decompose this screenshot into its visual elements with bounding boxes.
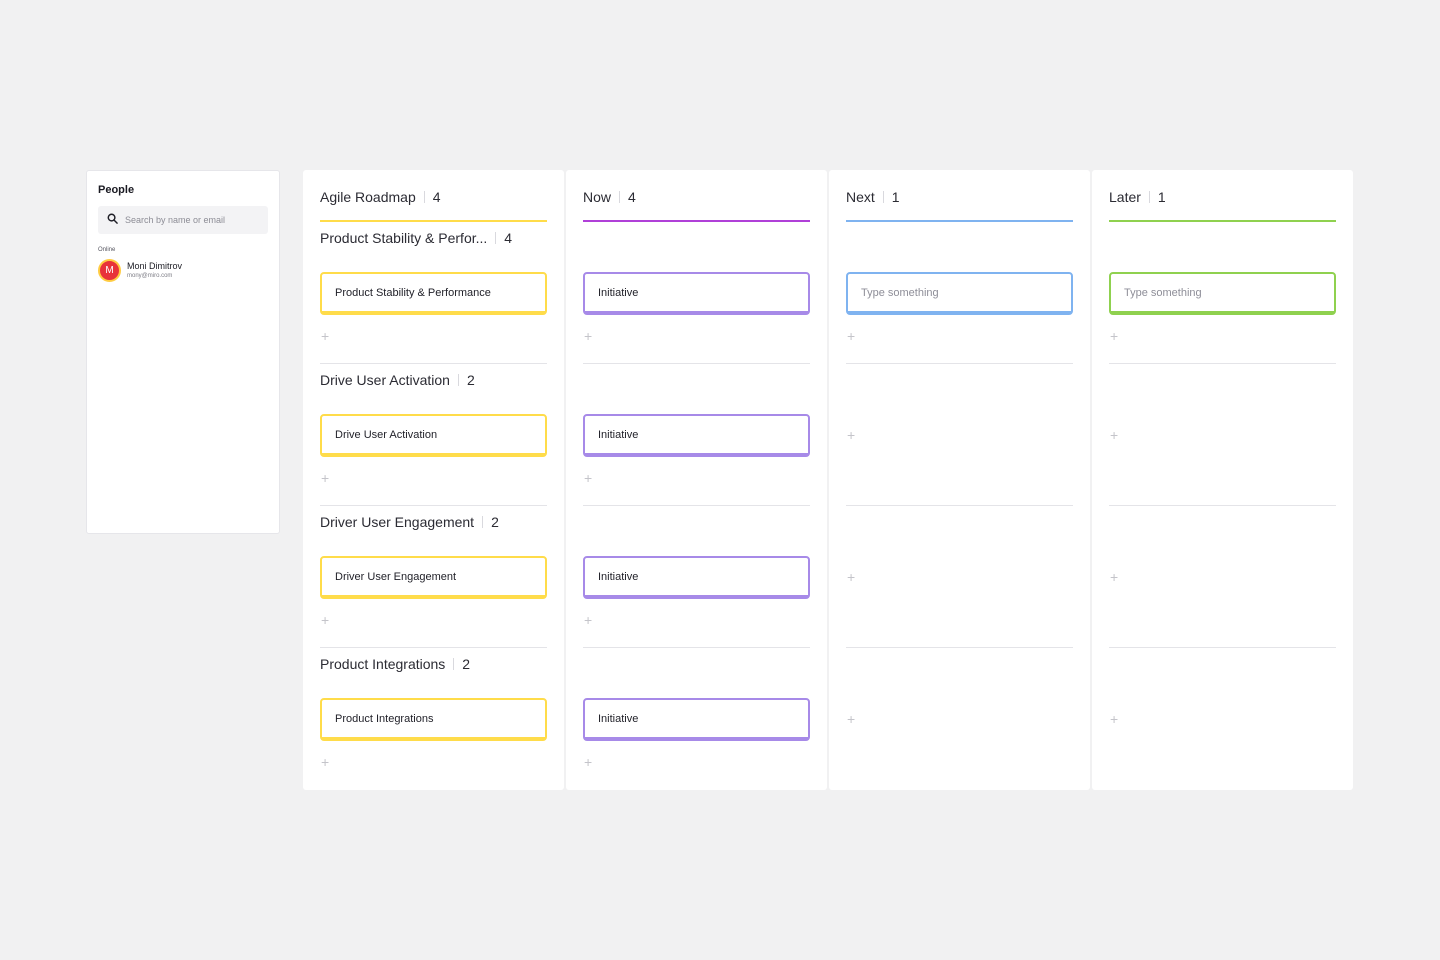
column-count: 1: [891, 189, 900, 205]
lane: Initiative +: [583, 364, 810, 506]
lane: Product Stability & Perfor... 4 Product …: [320, 222, 547, 364]
lane-title[interactable]: Drive User Activation 2: [320, 372, 475, 388]
add-card-button[interactable]: +: [1110, 570, 1118, 584]
lane: +: [846, 364, 1073, 506]
person-name: Moni Dimitrov: [127, 261, 183, 271]
lane-count: 2: [466, 372, 475, 388]
lane: Initiative +: [583, 648, 810, 790]
lane: Type something +: [1109, 222, 1336, 364]
lane-title-text: Product Stability & Perfor...: [320, 230, 488, 246]
card[interactable]: Product Stability & Performance: [320, 272, 547, 315]
lane-title[interactable]: Product Integrations 2: [320, 656, 470, 672]
avatar: M: [98, 259, 121, 282]
column-title: Later: [1109, 189, 1141, 205]
lane-title-text: Product Integrations: [320, 656, 446, 672]
column-header[interactable]: Later 1: [1109, 170, 1336, 222]
lane: +: [1109, 648, 1336, 790]
add-card-button[interactable]: +: [847, 428, 855, 442]
add-card-button[interactable]: +: [1110, 428, 1118, 442]
lane: +: [1109, 364, 1336, 506]
column-title: Agile Roadmap: [320, 189, 416, 205]
lane: +: [846, 648, 1073, 790]
add-card-button[interactable]: +: [584, 755, 592, 769]
add-card-button[interactable]: +: [321, 613, 329, 627]
column-header[interactable]: Next 1: [846, 170, 1073, 222]
lane: Initiative +: [583, 222, 810, 364]
lane: +: [1109, 506, 1336, 648]
add-card-button[interactable]: +: [847, 570, 855, 584]
add-card-button[interactable]: +: [321, 471, 329, 485]
person-item[interactable]: M Moni Dimitrov mony@miro.com: [98, 259, 268, 282]
card[interactable]: Initiative: [583, 556, 810, 599]
online-section-label: Online: [98, 247, 116, 253]
card[interactable]: Initiative: [583, 414, 810, 457]
column-header[interactable]: Agile Roadmap 4: [320, 170, 547, 222]
lane: Type something +: [846, 222, 1073, 364]
lane-count: 4: [504, 230, 513, 246]
lane: Drive User Activation 2 Drive User Activ…: [320, 364, 547, 506]
lane: +: [846, 506, 1073, 648]
column-agile-roadmap: Agile Roadmap 4 Product Stability & Perf…: [303, 170, 564, 790]
search-icon: [107, 211, 118, 229]
people-panel: People Online M Moni Dimitrov mony@miro.…: [86, 170, 280, 534]
add-card-button[interactable]: +: [321, 755, 329, 769]
column-title: Now: [583, 189, 612, 205]
person-email: mony@miro.com: [127, 273, 173, 279]
card[interactable]: Initiative: [583, 272, 810, 315]
column-count: 1: [1157, 189, 1166, 205]
column-next: Next 1 Type something + + + +: [829, 170, 1090, 790]
card[interactable]: Initiative: [583, 698, 810, 741]
lane-count: 2: [491, 514, 499, 530]
add-card-button[interactable]: +: [584, 471, 592, 485]
people-title: People: [98, 184, 135, 196]
card[interactable]: Product Integrations: [320, 698, 547, 741]
add-card-button[interactable]: +: [321, 329, 329, 343]
add-card-button[interactable]: +: [847, 329, 855, 343]
board-canvas: People Online M Moni Dimitrov mony@miro.…: [0, 0, 1440, 960]
lane: Initiative +: [583, 506, 810, 648]
lane: Product Integrations 2 Product Integrati…: [320, 648, 547, 790]
card-input[interactable]: Type something: [846, 272, 1073, 315]
header-separator: [1148, 191, 1150, 203]
lane-title-text: Driver User Engagement: [320, 514, 475, 530]
lane-separator: [495, 232, 497, 244]
column-count: 4: [628, 189, 636, 205]
lane-title-text: Drive User Activation: [320, 372, 450, 388]
add-card-button[interactable]: +: [584, 329, 592, 343]
header-separator: [423, 191, 425, 203]
lane-title[interactable]: Product Stability & Perfor... 4: [320, 230, 512, 246]
people-search-box[interactable]: [98, 206, 268, 234]
people-search-input[interactable]: [125, 215, 259, 225]
add-card-button[interactable]: +: [1110, 329, 1118, 343]
lane-separator: [457, 374, 459, 386]
column-header[interactable]: Now 4: [583, 170, 810, 222]
column-count: 4: [432, 189, 441, 205]
header-separator: [619, 191, 621, 203]
lane-title[interactable]: Driver User Engagement 2: [320, 514, 499, 530]
column-title: Next: [846, 189, 875, 205]
column-later: Later 1 Type something + + + +: [1092, 170, 1353, 790]
header-separator: [882, 191, 884, 203]
lane: Driver User Engagement 2 Driver User Eng…: [320, 506, 547, 648]
column-now: Now 4 Initiative + Initiative + Initiati…: [566, 170, 827, 790]
lane-count: 2: [462, 656, 471, 672]
card[interactable]: Drive User Activation: [320, 414, 547, 457]
card-input[interactable]: Type something: [1109, 272, 1336, 315]
add-card-button[interactable]: +: [1110, 712, 1118, 726]
add-card-button[interactable]: +: [847, 712, 855, 726]
lane-separator: [453, 658, 455, 670]
add-card-button[interactable]: +: [584, 613, 592, 627]
card[interactable]: Driver User Engagement: [320, 556, 547, 599]
lane-separator: [482, 516, 484, 528]
